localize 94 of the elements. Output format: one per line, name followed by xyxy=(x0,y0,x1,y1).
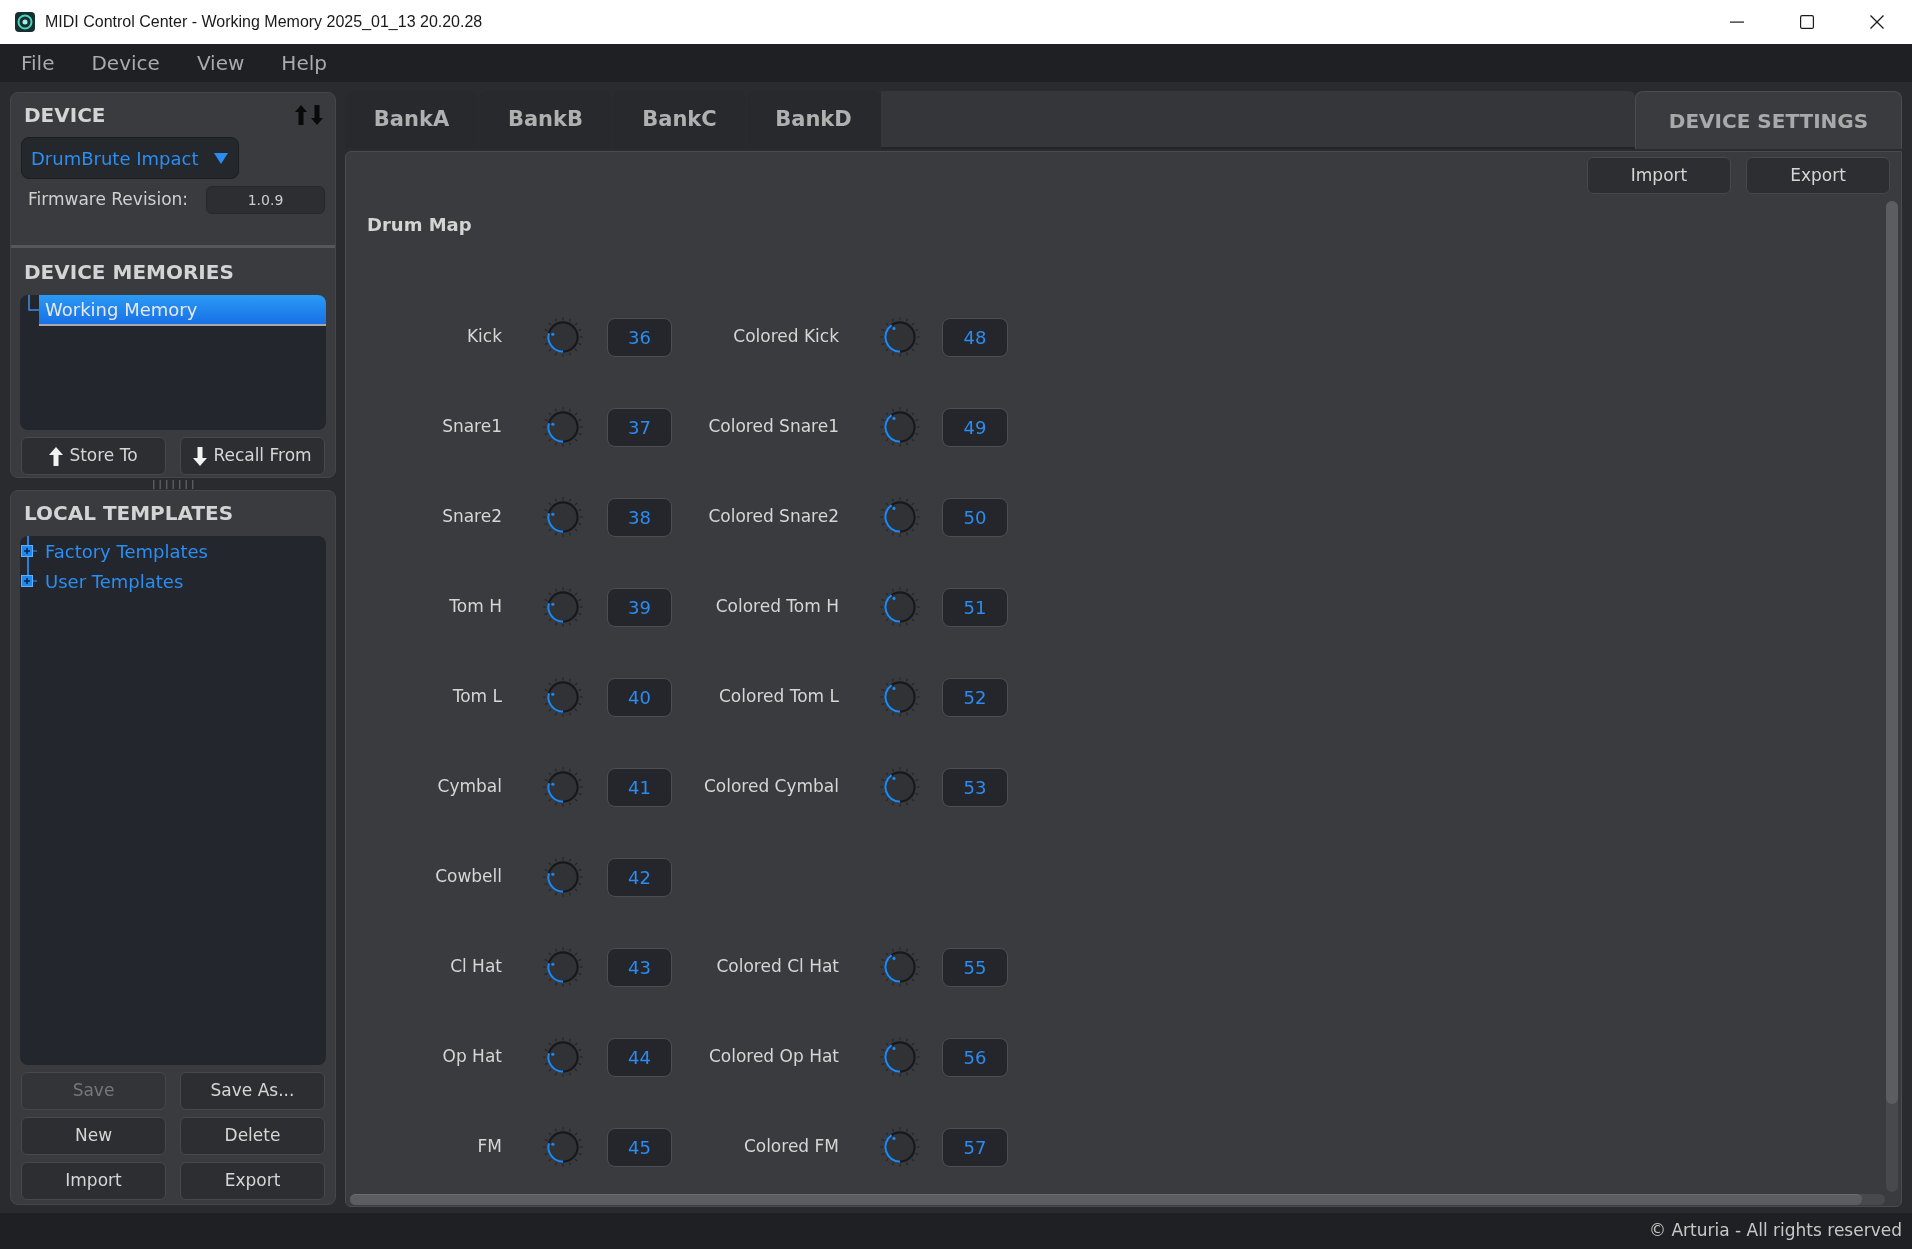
drum-label: Colored Tom H xyxy=(714,595,839,619)
toolbar-button[interactable]: Import xyxy=(1587,157,1731,194)
note-number-field[interactable]: 50 xyxy=(942,497,1008,537)
drum-label: Cymbal xyxy=(436,775,502,799)
maximize-icon xyxy=(1800,15,1814,29)
knob[interactable] xyxy=(880,317,920,357)
knob[interactable] xyxy=(880,1127,920,1167)
knob[interactable] xyxy=(543,857,583,897)
drum-label: Colored Tom L xyxy=(718,685,839,709)
knob[interactable] xyxy=(543,947,583,987)
knob[interactable] xyxy=(543,1127,583,1167)
knob[interactable] xyxy=(543,587,583,627)
panel-heading: DEVICE xyxy=(24,102,106,129)
menu-item[interactable]: View xyxy=(196,53,245,73)
note-number-field[interactable]: 39 xyxy=(607,587,672,627)
note-number-field[interactable]: 51 xyxy=(942,587,1008,627)
menu-item[interactable]: Device xyxy=(91,53,160,73)
drum-label: Snare1 xyxy=(441,415,502,439)
note-number-field[interactable]: 53 xyxy=(942,767,1008,807)
template-button[interactable]: Export xyxy=(180,1162,325,1200)
caret-icon xyxy=(214,152,228,164)
drum-label: Op Hat xyxy=(441,1045,502,1069)
note-number-field[interactable]: 49 xyxy=(942,407,1008,447)
drum-label: Cowbell xyxy=(434,865,502,889)
note-number-field[interactable]: 37 xyxy=(607,407,672,447)
note-number-field[interactable]: 55 xyxy=(942,947,1008,987)
note-number-field[interactable]: 44 xyxy=(607,1037,672,1077)
drum-label: Colored Op Hat xyxy=(707,1045,839,1069)
app-icon xyxy=(15,12,35,32)
drum-label: Colored Cymbal xyxy=(702,775,839,799)
drum-label: Colored Cl Hat xyxy=(715,955,839,979)
close-icon xyxy=(1870,15,1884,29)
drum-label: Cl Hat xyxy=(449,955,502,979)
window-title: MIDI Control Center - Working Memory 2025_01_13 20.20.28 xyxy=(45,12,483,32)
expand-icon[interactable] xyxy=(21,545,37,557)
menu-item[interactable]: File xyxy=(21,53,55,73)
tree-branch-icon xyxy=(28,295,39,311)
drum-label: Kick xyxy=(465,325,502,349)
settings-tab[interactable]: DEVICE SETTINGS xyxy=(1635,91,1902,149)
down-arrow-icon xyxy=(193,446,208,466)
firmware-version-field: 1.0.9 xyxy=(206,186,325,214)
template-button[interactable]: New xyxy=(21,1117,166,1155)
menu-item[interactable]: Help xyxy=(281,53,327,73)
note-number-field[interactable]: 56 xyxy=(942,1037,1008,1077)
minimize-icon xyxy=(1730,21,1744,23)
tree-item[interactable]: Factory Templates xyxy=(45,537,208,565)
drum-label: FM xyxy=(476,1135,502,1159)
device-dropdown[interactable]: DrumBrute Impact xyxy=(21,137,239,179)
drum-label: Colored FM xyxy=(742,1135,839,1159)
knob[interactable] xyxy=(543,317,583,357)
firmware-label: Firmware Revision: xyxy=(28,188,189,212)
copyright-text: © Arturia - All rights reserved xyxy=(1649,1219,1902,1243)
note-number-field[interactable]: 40 xyxy=(607,677,672,717)
template-button[interactable]: Save As... xyxy=(180,1072,325,1110)
note-number-field[interactable]: 43 xyxy=(607,947,672,987)
drum-label: Colored Kick xyxy=(732,325,839,349)
knob[interactable] xyxy=(880,677,920,717)
template-button[interactable]: Import xyxy=(21,1162,166,1200)
knob[interactable] xyxy=(880,767,920,807)
note-number-field[interactable]: 38 xyxy=(607,497,672,537)
drum-label: Tom L xyxy=(451,685,502,709)
knob[interactable] xyxy=(543,767,583,807)
note-number-field[interactable]: 48 xyxy=(942,317,1008,357)
knob[interactable] xyxy=(880,587,920,627)
drum-label: Tom H xyxy=(448,595,502,619)
knob[interactable] xyxy=(543,1037,583,1077)
toolbar-button[interactable]: Export xyxy=(1746,157,1890,194)
knob[interactable] xyxy=(543,677,583,717)
note-number-field[interactable]: 41 xyxy=(607,767,672,807)
panel-heading: LOCAL TEMPLATES xyxy=(24,500,234,527)
note-number-field[interactable]: 42 xyxy=(607,857,672,897)
expand-icon[interactable] xyxy=(21,575,37,587)
memory-button[interactable]: Store To xyxy=(21,437,166,475)
knob[interactable] xyxy=(880,947,920,987)
knob[interactable] xyxy=(880,497,920,537)
note-number-field[interactable]: 52 xyxy=(942,677,1008,717)
memory-button[interactable]: Recall From xyxy=(180,437,325,475)
note-number-field[interactable]: 36 xyxy=(607,317,672,357)
knob[interactable] xyxy=(543,407,583,447)
panel-heading: DEVICE MEMORIES xyxy=(24,259,234,286)
knob[interactable] xyxy=(880,407,920,447)
up-arrow-icon xyxy=(49,446,64,466)
section-title: Drum Map xyxy=(367,212,472,237)
drum-label: Colored Snare1 xyxy=(707,415,839,439)
note-number-field[interactable]: 45 xyxy=(607,1127,672,1167)
note-number-field[interactable]: 57 xyxy=(942,1127,1008,1167)
drum-label: Snare2 xyxy=(441,505,502,529)
drum-label: Colored Snare2 xyxy=(707,505,839,529)
knob[interactable] xyxy=(880,1037,920,1077)
template-button[interactable]: Delete xyxy=(180,1117,325,1155)
memory-list-item[interactable]: Working Memory xyxy=(39,295,326,326)
knob[interactable] xyxy=(543,497,583,537)
tree-item[interactable]: User Templates xyxy=(45,567,184,595)
splitter-handle[interactable] xyxy=(152,479,194,489)
